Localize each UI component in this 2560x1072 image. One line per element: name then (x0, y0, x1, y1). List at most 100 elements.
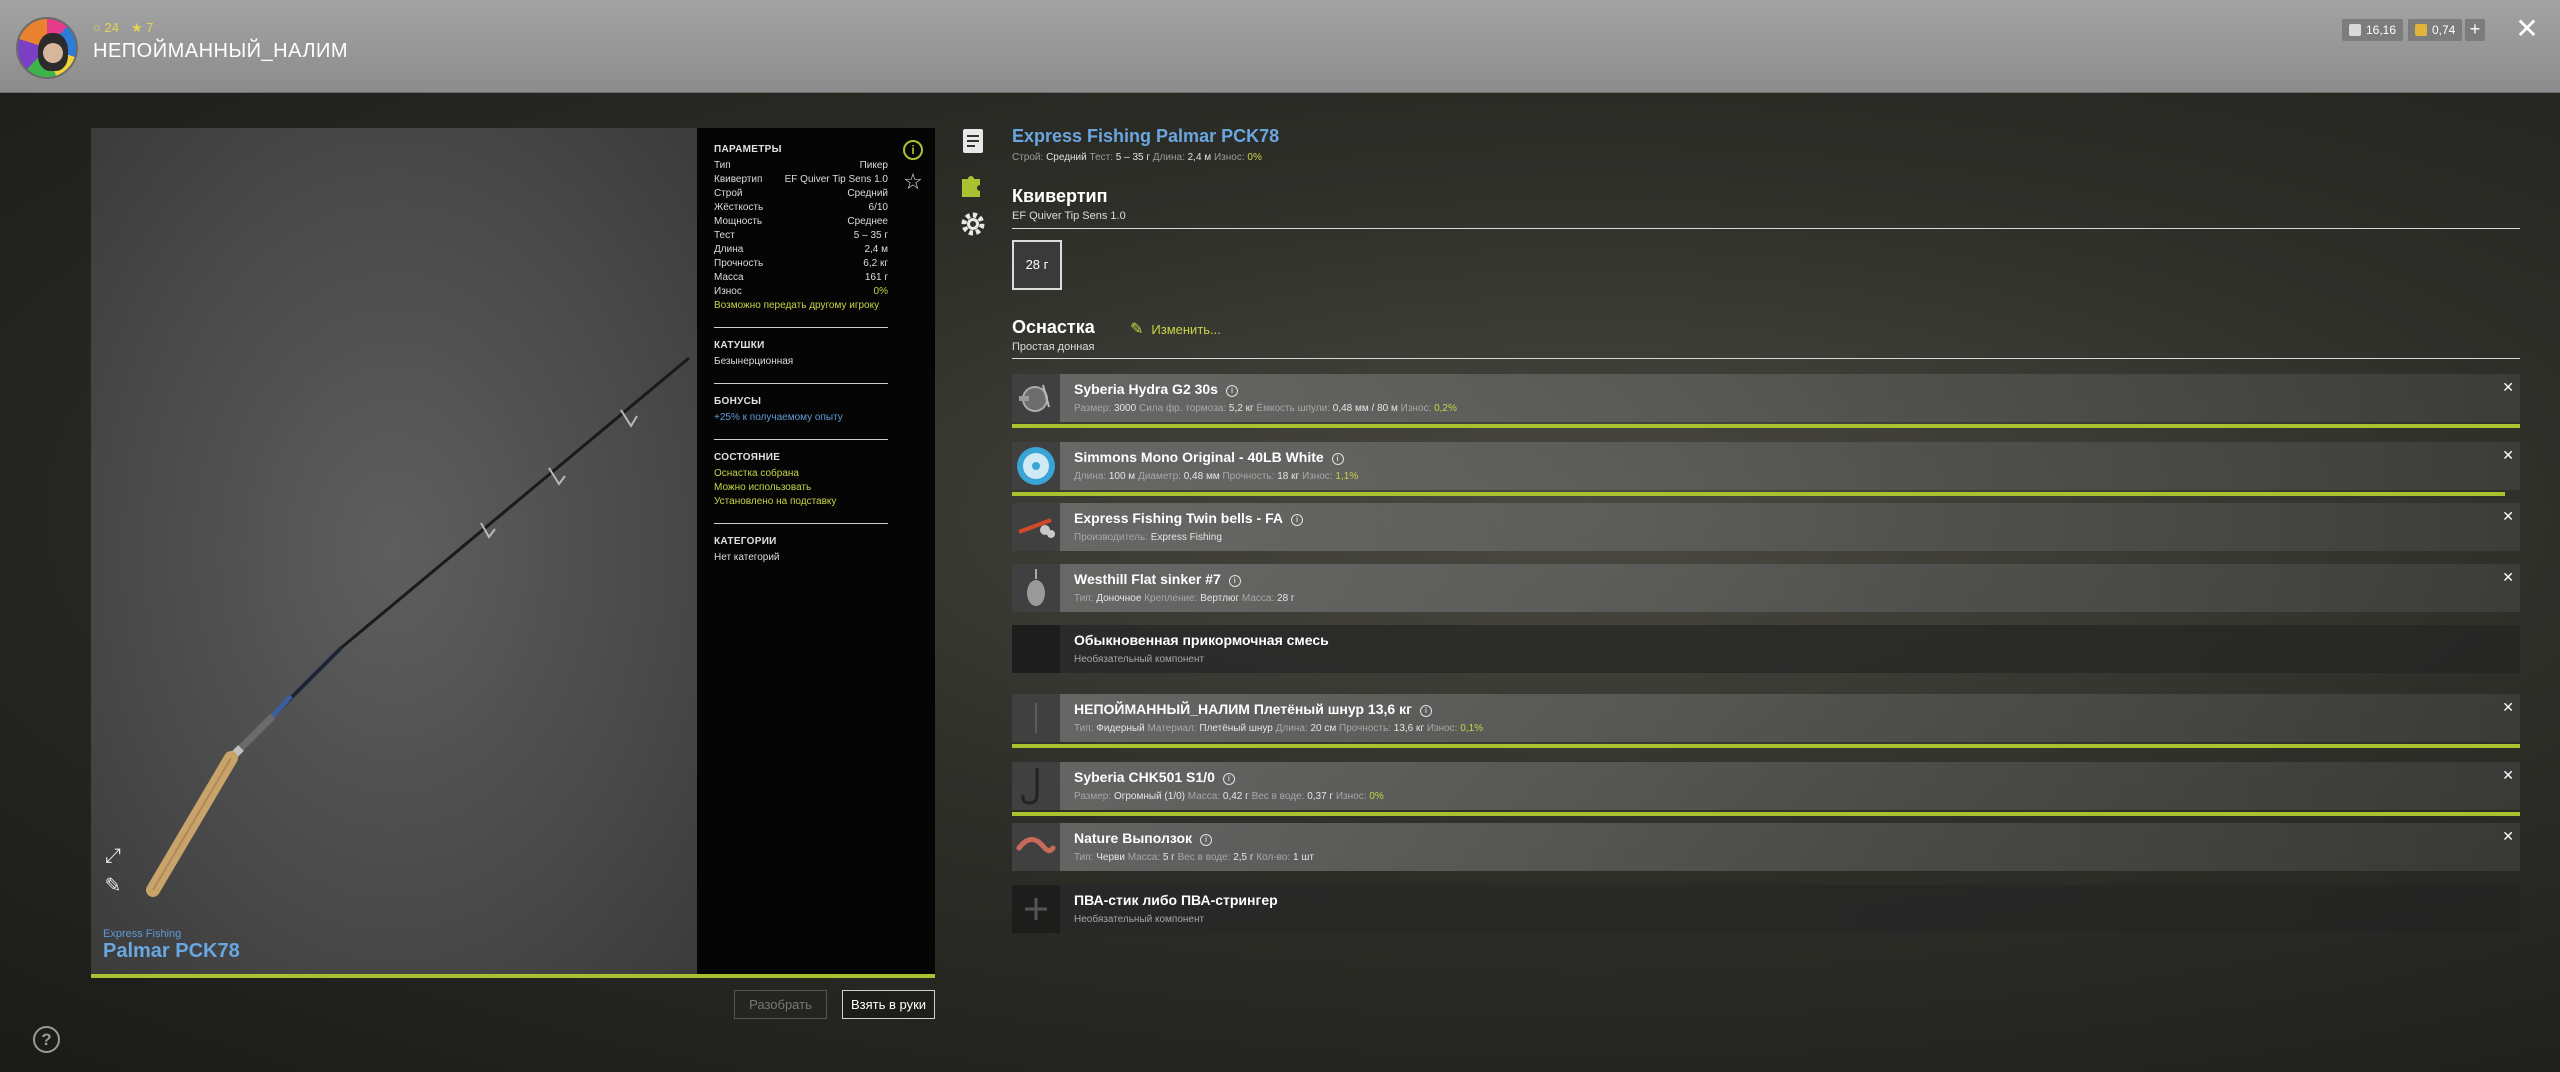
slot-name-text: Express Fishing Twin bells - FA (1074, 510, 1284, 526)
slot-meta-value: Плетёный шнур (1199, 723, 1273, 734)
slot-meta-value: Фидерный (1096, 723, 1145, 734)
slot-meta-key: Сила фр. тормоза: (1138, 403, 1229, 414)
player-avatar[interactable] (16, 17, 78, 79)
param-row: Масса 161 г (714, 271, 888, 285)
currency-gold[interactable]: 0,74 (2408, 19, 2463, 41)
paint-brush-icon[interactable]: ✎ (101, 874, 125, 898)
currency-silver-value: 16,16 (2366, 23, 2397, 37)
categories-heading: КАТЕГОРИИ (714, 536, 777, 547)
level-icon: ○ 24 (93, 20, 119, 35)
edit-rig-button[interactable]: ✎ Изменить... (1130, 319, 1221, 339)
param-key: Длина (714, 244, 744, 255)
info-icon[interactable]: i (1222, 773, 1235, 785)
info-icon[interactable]: i (1225, 385, 1238, 397)
rig-slot[interactable]: ПВА-стик либо ПВА-стрингер Необязательный… (1012, 885, 2520, 933)
rig-slot[interactable]: Обыкновенная прикормочная смесь Необязате… (1012, 625, 2520, 673)
param-key: Тест (714, 230, 735, 241)
silver-coin-icon (2349, 24, 2361, 36)
divider (1012, 358, 2520, 359)
slot-meta-value: 3000 (1113, 403, 1137, 414)
preview-underline (91, 974, 935, 978)
slot-meta-value: 28 г (1277, 593, 1295, 604)
rod-subtitle: Строй: Средний Тест: 5 – 35 г Длина: 2,4… (1012, 152, 1262, 163)
slot-meta-key: Ёмкость шпули: (1256, 403, 1333, 414)
param-value: EF Quiver Tip Sens 1.0 (784, 174, 888, 185)
param-row: Мощность Среднее (714, 215, 888, 229)
remove-item-icon[interactable]: ✕ (2502, 569, 2514, 586)
slot-meta-key: Производитель: (1074, 532, 1151, 543)
gear-icon[interactable] (958, 210, 988, 240)
rig-slot[interactable]: Express Fishing Twin bells - FA i Производ… (1012, 503, 2520, 551)
rig-slot[interactable]: НЕПОЙМАННЫЙ_НАЛИМ Плетёный шнур 13,6 кг i… (1012, 694, 2520, 742)
slot-meta-value: Express Fishing (1150, 532, 1222, 543)
rod-spec-value: 0% (1247, 152, 1262, 163)
rig-slot[interactable]: Westhill Flat sinker #7 i Тип: Доночное Кр… (1012, 564, 2520, 612)
param-value: Среднее (847, 216, 888, 227)
info-icon[interactable]: i (1291, 514, 1304, 526)
slot-meta: Длина: 100 м Диаметр: 0,48 мм Прочность:… (1074, 471, 1358, 482)
slot-name: Nature Выползок i (1074, 830, 1213, 846)
rig-slot[interactable]: Nature Выползок i Тип: Черви Масса: 5 г Ве… (1012, 823, 2520, 871)
slot-meta-value: 20 см (1310, 723, 1337, 734)
slot-name-text: Syberia Hydra G2 30s (1074, 381, 1218, 397)
player-stats: ○ 24 ★ 7 (93, 20, 153, 36)
rig-slot[interactable]: Syberia CHK501 S1/0 i Размер: Огромный (1/… (1012, 762, 2520, 810)
state-assembled: Оснастка собрана (714, 468, 799, 479)
info-icon[interactable]: i (903, 140, 923, 160)
remove-item-icon[interactable]: ✕ (2502, 828, 2514, 845)
slot-thumbnail (1012, 694, 1060, 742)
slot-name: Syberia CHK501 S1/0 i (1074, 769, 1235, 785)
slot-meta-value: Вертлюг (1200, 593, 1240, 604)
slot-thumbnail (1012, 503, 1060, 551)
rod-preview[interactable]: ⤢ ✎ Express Fishing Palmar PCK78 (91, 128, 697, 974)
slot-meta-key: Тип: (1074, 593, 1097, 604)
close-icon[interactable]: ✕ (2512, 14, 2542, 44)
slot-name-text: Обыкновенная прикормочная смесь (1074, 632, 1329, 648)
remove-item-icon[interactable]: ✕ (2502, 699, 2514, 716)
slot-meta-value: 1 шт (1292, 852, 1314, 863)
quiver-slot[interactable]: 28 г (1012, 240, 1062, 290)
slot-name: Express Fishing Twin bells - FA i (1074, 510, 1304, 526)
rig-slot[interactable]: Simmons Mono Original - 40LB White i Длина… (1012, 442, 2520, 490)
rig-title: Оснастка (1012, 317, 1095, 337)
slot-meta: Тип: Фидерный Материал: Плетёный шнур Дл… (1074, 723, 1483, 734)
info-icon[interactable]: i (1200, 834, 1213, 846)
slot-name-text: НЕПОЙМАННЫЙ_НАЛИМ Плетёный шнур 13,6 кг (1074, 701, 1412, 717)
expand-icon[interactable]: ⤢ (101, 844, 125, 868)
remove-item-icon[interactable]: ✕ (2502, 447, 2514, 464)
take-in-hands-button[interactable]: Взять в руки (842, 990, 935, 1019)
slot-meta-key: Износ: (1426, 723, 1461, 734)
slot-meta: Размер: 3000 Сила фр. тормоза: 5,2 кг Ём… (1074, 403, 1457, 414)
add-currency-button[interactable]: + (2465, 19, 2485, 41)
slot-meta-value: 0% (1369, 791, 1384, 802)
remove-item-icon[interactable]: ✕ (2502, 767, 2514, 784)
slot-thumbnail (1012, 625, 1060, 673)
param-row: Износ 0% (714, 285, 888, 299)
document-icon[interactable] (958, 128, 988, 158)
slot-meta-key: Размер: (1074, 403, 1114, 414)
slot-meta-value: Черви (1096, 852, 1125, 863)
param-key: Строй (714, 188, 743, 199)
rod-title: Express Fishing Palmar PCK78 (1012, 126, 1280, 146)
info-icon[interactable]: i (1419, 705, 1432, 717)
slot-meta-key: Размер: (1074, 791, 1114, 802)
rod-spec-key: Длина: (1152, 152, 1188, 163)
star-icon[interactable]: ☆ (901, 170, 925, 194)
info-icon[interactable]: i (1228, 575, 1241, 587)
gold-coin-icon (2415, 24, 2427, 36)
puzzle-icon[interactable] (958, 170, 988, 200)
bonus-value: +25% к получаемому опыту (714, 412, 843, 423)
remove-item-icon[interactable]: ✕ (2502, 379, 2514, 396)
rig-slot[interactable]: Syberia Hydra G2 30s i Размер: 3000 Сила ф… (1012, 374, 2520, 422)
params-panel: i ☆ ПАРАМЕТРЫ Тип Пикер Квивертип EF Quiver… (697, 128, 935, 974)
disassemble-button[interactable]: Разобрать (734, 990, 827, 1019)
currency-silver[interactable]: 16,16 (2342, 19, 2404, 41)
remove-item-icon[interactable]: ✕ (2502, 508, 2514, 525)
reels-heading: КАТУШКИ (714, 340, 765, 351)
param-row: Жёсткость 6/10 (714, 201, 888, 215)
state-on-stand: Установлено на подставку (714, 496, 837, 507)
param-value: 0% (873, 286, 888, 297)
help-icon[interactable]: ? (33, 1026, 60, 1053)
param-value: 161 г (864, 272, 888, 283)
info-icon[interactable]: i (1331, 453, 1344, 465)
